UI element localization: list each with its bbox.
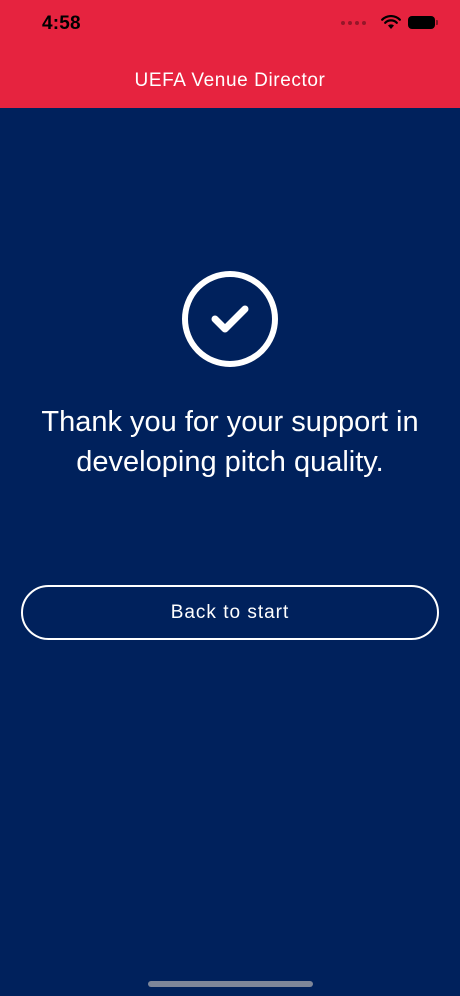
header-bar: 4:58 UEFA Venue Director — [0, 0, 460, 108]
confirmation-message: Thank you for your support in developing… — [41, 406, 419, 478]
check-circle-icon — [182, 271, 278, 367]
page-title: UEFA Venue Director — [134, 70, 326, 91]
status-time: 4:58 — [42, 13, 81, 34]
home-indicator — [148, 981, 313, 987]
status-icons — [341, 15, 438, 30]
app-screen: 4:58 UEFA Venue Director Thank you for y… — [0, 0, 460, 996]
checkmark-icon — [211, 305, 249, 333]
wifi-icon — [381, 15, 401, 29]
battery-icon — [408, 16, 438, 29]
more-dots-icon — [341, 20, 366, 25]
back-to-start-button[interactable]: Back to start — [21, 585, 439, 640]
